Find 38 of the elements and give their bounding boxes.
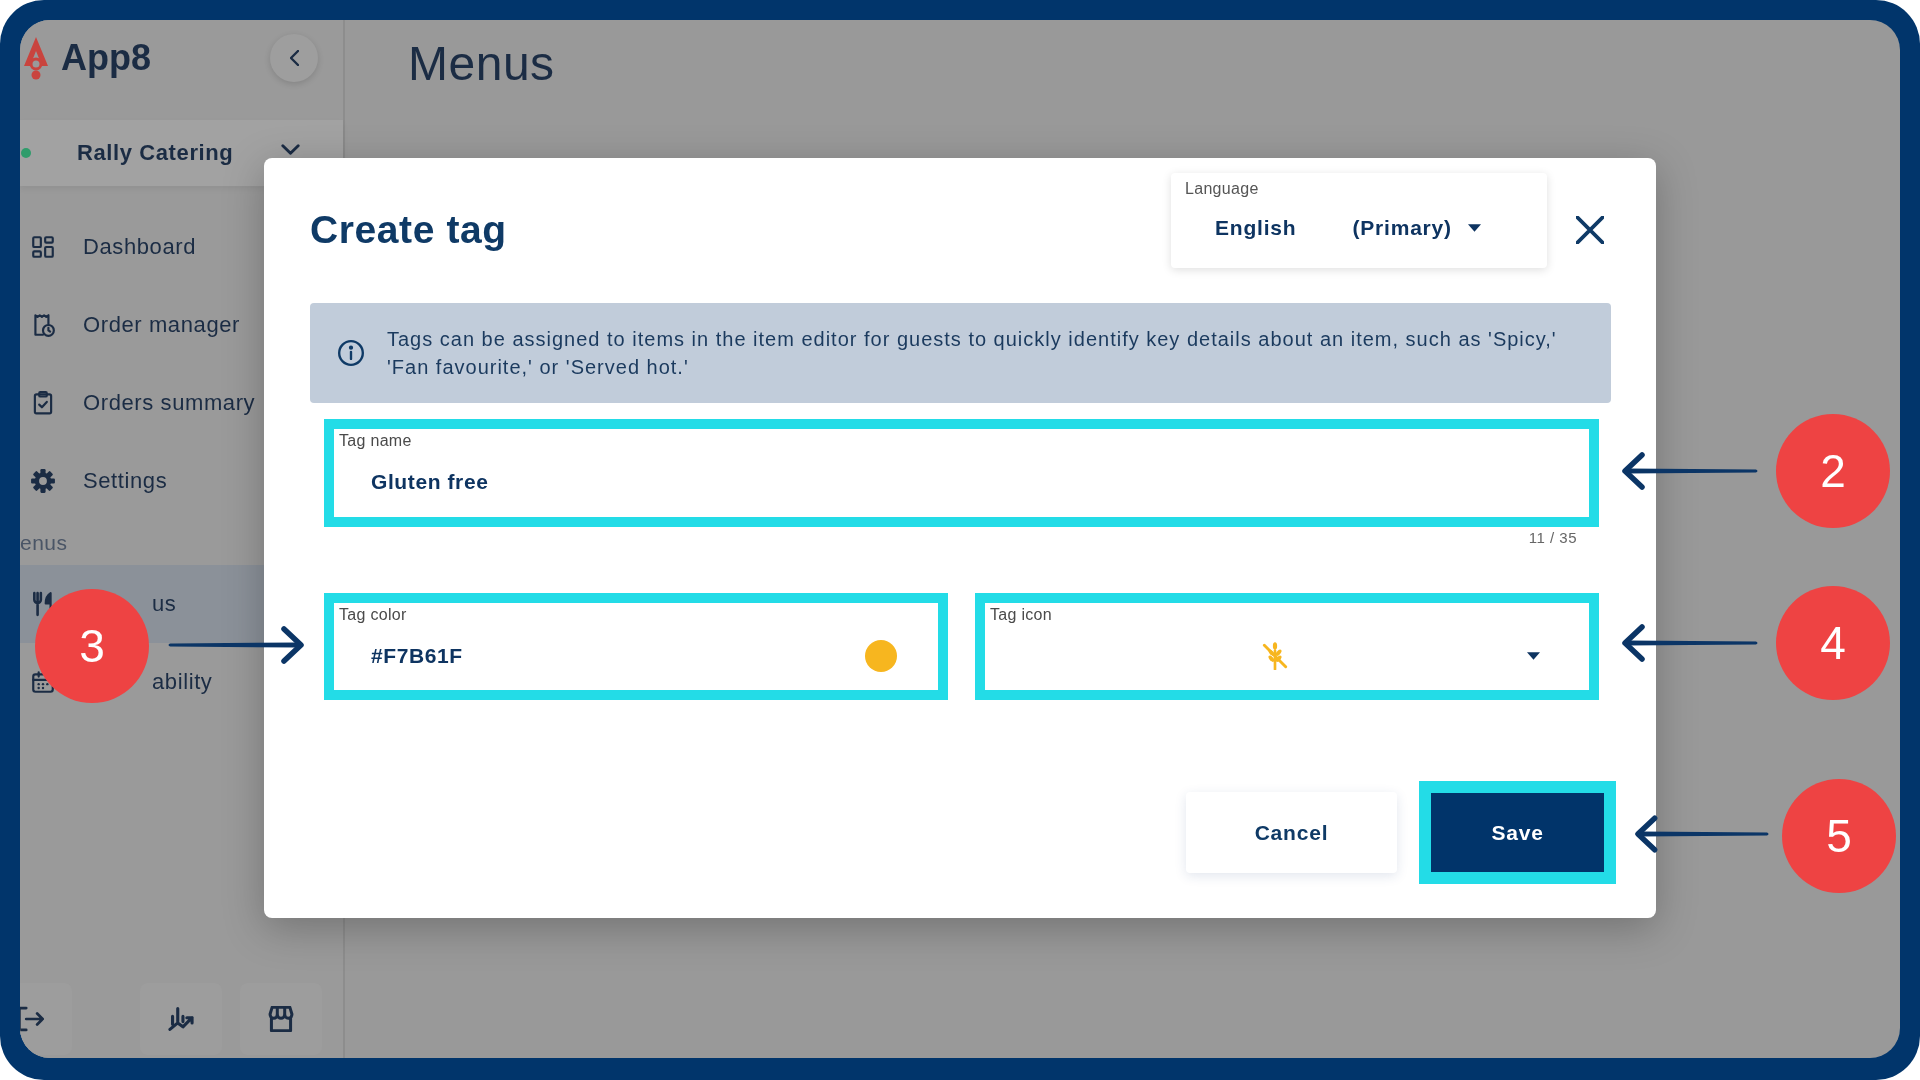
arrow-icon	[1633, 814, 1771, 854]
storefront-icon	[268, 1006, 294, 1032]
select-value: English	[1215, 216, 1297, 240]
chevron-left-icon	[289, 49, 299, 66]
info-icon	[338, 340, 364, 366]
arrow-icon	[166, 625, 306, 665]
logo-text: App8	[61, 36, 151, 79]
dialog-title: Create tag	[310, 207, 507, 252]
text-field[interactable]: Tag name Gluten free	[324, 419, 1599, 527]
section-title: enus	[20, 530, 68, 555]
nav-item[interactable]: Order manager	[20, 286, 343, 364]
logo-icon	[22, 35, 50, 80]
close-icon	[1576, 215, 1604, 244]
chevron-down-icon	[281, 143, 300, 155]
venue-selector[interactable]: Rally Catering	[20, 120, 343, 186]
save-button[interactable]: Save	[1431, 793, 1604, 872]
arrow-icon	[1620, 623, 1760, 663]
field-value: #F7B61F	[371, 644, 463, 668]
icon-select[interactable]: Tag icon	[975, 593, 1599, 700]
select-note: (Primary)	[1352, 216, 1452, 240]
field-label: Tag icon	[990, 606, 1052, 624]
logout-icon	[20, 1006, 44, 1032]
chart-icon	[168, 1006, 194, 1032]
color-field[interactable]: Tag color #F7B61F	[324, 593, 948, 700]
character-counter: 11 / 35	[1528, 529, 1577, 547]
field-value: Gluten free	[371, 470, 489, 494]
field-label: Tag name	[339, 432, 412, 450]
arrow-icon	[1620, 451, 1760, 491]
close-button[interactable]	[1576, 215, 1604, 244]
page-title: Menus	[408, 36, 555, 91]
language-select[interactable]: Language English (Primary)	[1171, 173, 1547, 268]
info-text: Tags can be assigned to items in the item editor for guests to quickly identify key details about an item, such as 'Spicy,' 'Fan favourite,' or 'Served hot.'	[387, 327, 1558, 380]
field-label: Language	[1185, 180, 1259, 198]
cancel-button[interactable]: Cancel	[1186, 792, 1397, 873]
dashboard-icon	[30, 234, 56, 260]
caret-down-icon	[1527, 652, 1540, 660]
gear-icon	[30, 468, 56, 494]
caret-down-icon	[1467, 224, 1481, 232]
